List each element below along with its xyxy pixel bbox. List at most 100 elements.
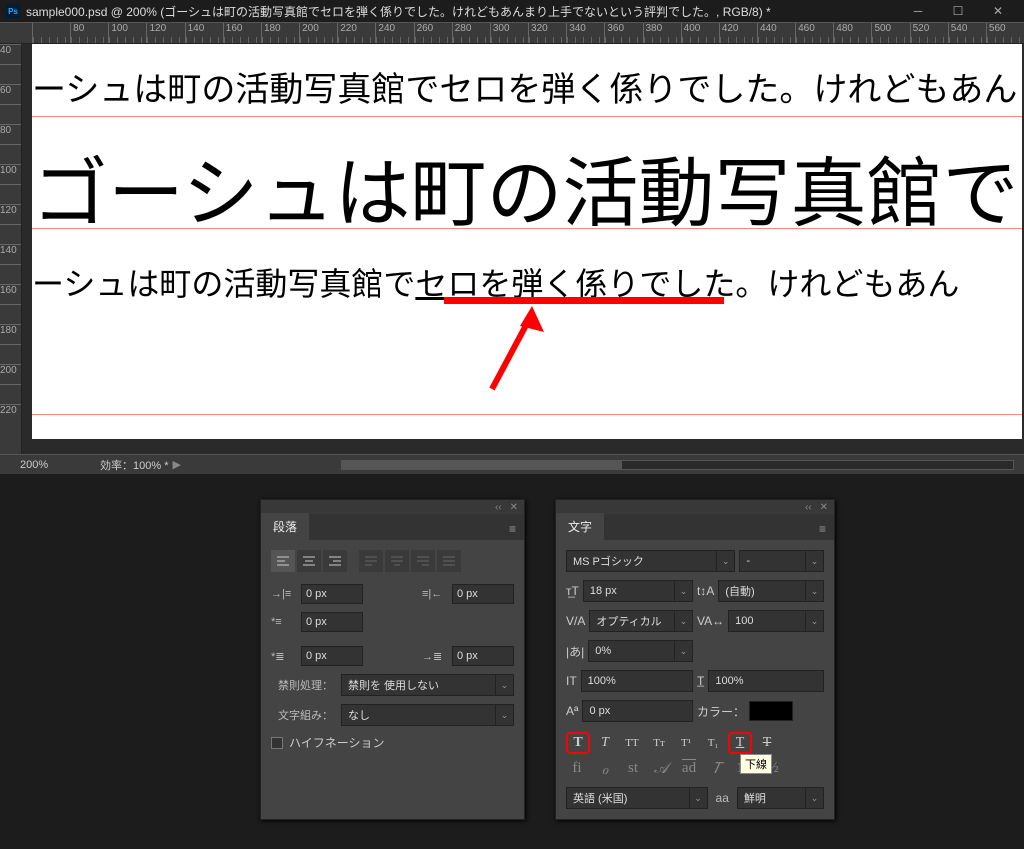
vertical-scale-input[interactable]: 100% xyxy=(581,670,693,692)
panel-header[interactable]: ‹‹ ✕ xyxy=(556,500,834,514)
space-after-icon: →≣ xyxy=(422,650,446,663)
ruler-vtick xyxy=(0,144,21,164)
chevron-down-icon[interactable]: ⌄ xyxy=(675,610,693,632)
color-swatch[interactable] xyxy=(749,701,793,721)
kinsoku-select[interactable]: 禁則を 使用しない xyxy=(341,674,496,696)
ruler-tick: 160 xyxy=(223,23,261,43)
bold-button[interactable]: T xyxy=(566,732,590,754)
guide-line[interactable] xyxy=(32,414,1022,415)
ordinals-button[interactable]: ad xyxy=(678,760,700,779)
ruler-tick: 200 xyxy=(299,23,337,43)
leading-icon: t↕A xyxy=(697,584,714,598)
ruler-tick: 320 xyxy=(528,23,566,43)
text-layer-1[interactable]: ーシュは町の活動写真館でセロを弾く係りでした。けれどもあん xyxy=(32,62,1017,111)
chevron-down-icon[interactable]: ⌄ xyxy=(675,580,693,602)
tsume-icon: |あ| xyxy=(566,643,584,660)
collapse-icon[interactable]: ‹‹ xyxy=(495,502,502,513)
canvas-viewport[interactable]: ーシュは町の活動写真館でセロを弾く係りでした。けれどもあん ゴーシュは町の活動写… xyxy=(22,44,1024,454)
chevron-down-icon[interactable]: ⌄ xyxy=(717,550,735,572)
indent-left-input[interactable]: 0 px xyxy=(301,584,363,604)
space-before-input[interactable]: 0 px xyxy=(301,646,363,666)
space-after-input[interactable]: 0 px xyxy=(452,646,514,666)
font-size-input[interactable]: 18 px xyxy=(583,580,675,602)
justify-center-button[interactable] xyxy=(385,550,409,572)
subscript-button[interactable]: T₁ xyxy=(701,732,725,754)
swash-button[interactable]: 𝒜 xyxy=(650,760,672,779)
chevron-down-icon[interactable]: ⌄ xyxy=(690,787,708,809)
ruler-tick: 360 xyxy=(604,23,642,43)
canvas[interactable]: ーシュは町の活動写真館でセロを弾く係りでした。けれどもあん ゴーシュは町の活動写… xyxy=(32,44,1022,439)
language-select[interactable]: 英語 (米国) xyxy=(566,787,690,809)
tsume-input[interactable]: 0% xyxy=(588,640,675,662)
chevron-down-icon[interactable]: ⌄ xyxy=(496,704,514,726)
ruler-vtick xyxy=(0,64,21,84)
minimize-button[interactable]: ─ xyxy=(898,1,938,21)
horizontal-scale-input[interactable]: 100% xyxy=(708,670,824,692)
stylistic-alt-button[interactable]: st xyxy=(622,760,644,779)
panels: ‹‹ ✕ 段落 ≡ →|≡ 0 px ≡|← 0 px xyxy=(260,499,1024,820)
baseline-shift-input[interactable]: 0 px xyxy=(582,700,693,722)
leading-input[interactable]: (自動) xyxy=(718,580,806,602)
kerning-select[interactable]: オプティカル xyxy=(589,610,675,632)
efficiency-readout[interactable]: 効率：100% * xyxy=(100,457,168,473)
chevron-down-icon[interactable]: ⌄ xyxy=(806,550,824,572)
ruler-tick: 380 xyxy=(643,23,681,43)
italic-button[interactable]: T xyxy=(593,732,617,754)
scrollbar-thumb[interactable] xyxy=(342,461,622,469)
align-right-button[interactable] xyxy=(323,550,347,572)
close-icon[interactable]: ✕ xyxy=(820,502,828,513)
close-button[interactable]: ✕ xyxy=(978,1,1018,21)
ruler-horizontal[interactable]: 80 100 120 140 160 180 200 220 240 260 2… xyxy=(0,22,1024,44)
ruler-tick: 420 xyxy=(719,23,757,43)
vertical-scale-icon: IT xyxy=(566,674,577,688)
align-center-button[interactable] xyxy=(297,550,321,572)
guide-line[interactable] xyxy=(32,116,1022,117)
tab-character[interactable]: 文字 xyxy=(556,513,604,540)
hyphenation-checkbox[interactable] xyxy=(271,737,283,749)
ruler-tick: 80 xyxy=(70,23,108,43)
tracking-input[interactable]: 100 xyxy=(728,610,806,632)
panel-header[interactable]: ‹‹ ✕ xyxy=(261,500,524,514)
chevron-right-icon[interactable]: ▶ xyxy=(172,458,180,471)
strikethrough-button[interactable]: T xyxy=(755,732,779,754)
close-icon[interactable]: ✕ xyxy=(510,502,518,513)
annotation-arrow-icon xyxy=(472,304,552,394)
tab-paragraph[interactable]: 段落 xyxy=(261,513,309,540)
superscript-button[interactable]: T¹ xyxy=(674,732,698,754)
chevron-down-icon[interactable]: ⌄ xyxy=(675,640,693,662)
first-line-indent-input[interactable]: 0 px xyxy=(301,612,363,632)
smallcaps-button[interactable]: Tᴛ xyxy=(647,732,671,754)
justify-left-button[interactable] xyxy=(359,550,383,572)
underline-button[interactable]: T 下線 xyxy=(728,732,752,754)
panel-menu-icon[interactable]: ≡ xyxy=(501,518,524,540)
mojikumi-select[interactable]: なし xyxy=(341,704,496,726)
ruler-vtick: 200 xyxy=(0,364,21,384)
justify-right-button[interactable] xyxy=(411,550,435,572)
collapse-icon[interactable]: ‹‹ xyxy=(805,502,812,513)
font-family-select[interactable]: MS Pゴシック xyxy=(566,550,717,572)
chevron-down-icon[interactable]: ⌄ xyxy=(806,580,824,602)
ruler-vertical[interactable]: 40 60 80 100 120 140 160 180 200 220 xyxy=(0,44,22,454)
horizontal-scrollbar[interactable] xyxy=(341,460,1014,470)
ruler-vtick xyxy=(0,184,21,204)
ligatures-button[interactable]: fi xyxy=(566,760,588,779)
chevron-down-icon[interactable]: ⌄ xyxy=(806,610,824,632)
zoom-level[interactable]: 200% xyxy=(0,459,70,471)
antialias-select[interactable]: 鮮明 xyxy=(737,787,806,809)
align-left-button[interactable] xyxy=(271,550,295,572)
indent-right-input[interactable]: 0 px xyxy=(452,584,514,604)
contextual-alt-button[interactable]: ℴ xyxy=(594,760,616,779)
font-style-select[interactable]: - xyxy=(739,550,806,572)
chevron-down-icon[interactable]: ⌄ xyxy=(496,674,514,696)
type-style-buttons: T T TT Tᴛ T¹ T₁ T 下線 T xyxy=(566,732,824,754)
panel-tabs: 段落 ≡ xyxy=(261,514,524,540)
text-layer-2[interactable]: ゴーシュは町の活動写真館でセ xyxy=(32,132,1022,242)
allcaps-button[interactable]: TT xyxy=(620,732,644,754)
first-line-indent-icon: *≡ xyxy=(271,616,295,628)
panel-menu-icon[interactable]: ≡ xyxy=(811,518,834,540)
maximize-button[interactable]: ☐ xyxy=(938,1,978,21)
indent-right-icon: ≡|← xyxy=(422,588,446,600)
chevron-down-icon[interactable]: ⌄ xyxy=(806,787,824,809)
titling-button[interactable]: 𝑇 xyxy=(706,760,728,779)
justify-all-button[interactable] xyxy=(437,550,461,572)
